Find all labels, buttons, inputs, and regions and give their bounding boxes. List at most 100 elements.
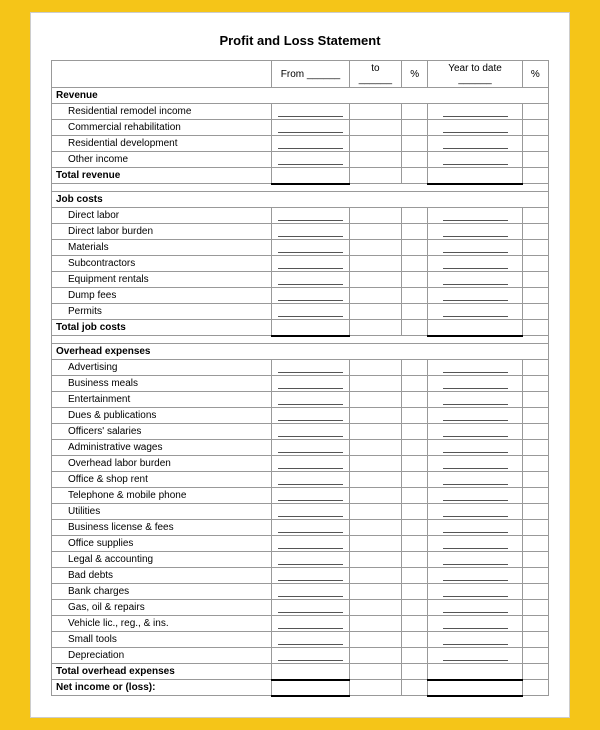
ytd-cell[interactable] — [428, 152, 522, 168]
from-cell[interactable] — [272, 272, 349, 288]
from-cell[interactable] — [272, 440, 349, 456]
to-cell — [349, 488, 401, 504]
from-cell[interactable] — [272, 208, 349, 224]
from-cell[interactable] — [272, 616, 349, 632]
to-cell — [349, 360, 401, 376]
ytd-cell[interactable] — [428, 584, 522, 600]
col-label-header — [52, 61, 272, 88]
to-cell — [349, 240, 401, 256]
pct2-cell — [522, 648, 548, 664]
ytd-cell[interactable] — [428, 600, 522, 616]
col-pct1-header: % — [402, 61, 428, 88]
from-cell[interactable] — [272, 504, 349, 520]
row-label: Bad debts — [52, 568, 272, 584]
pct2-cell — [522, 224, 548, 240]
ytd-cell[interactable] — [428, 288, 522, 304]
to-cell — [349, 536, 401, 552]
ytd-cell[interactable] — [428, 504, 522, 520]
to-cell — [349, 272, 401, 288]
ytd-cell — [428, 320, 522, 336]
from-cell[interactable] — [272, 392, 349, 408]
ytd-cell[interactable] — [428, 104, 522, 120]
ytd-cell[interactable] — [428, 440, 522, 456]
ytd-cell[interactable] — [428, 304, 522, 320]
pct1-cell — [402, 304, 428, 320]
pct1-cell — [402, 136, 428, 152]
ytd-cell[interactable] — [428, 520, 522, 536]
pct2-cell — [522, 360, 548, 376]
to-cell — [349, 664, 401, 680]
ytd-cell[interactable] — [428, 616, 522, 632]
table-row: Office supplies — [52, 536, 549, 552]
row-label: Dump fees — [52, 288, 272, 304]
from-cell[interactable] — [272, 456, 349, 472]
pct2-cell — [522, 304, 548, 320]
row-label: Administrative wages — [52, 440, 272, 456]
pnl-table: From ______ to ______ % Year to date ___… — [51, 60, 549, 697]
table-row: Telephone & mobile phone — [52, 488, 549, 504]
ytd-cell[interactable] — [428, 360, 522, 376]
pct1-cell — [402, 320, 428, 336]
from-cell[interactable] — [272, 152, 349, 168]
from-cell[interactable] — [272, 224, 349, 240]
pct2-cell — [522, 288, 548, 304]
from-cell[interactable] — [272, 304, 349, 320]
from-cell[interactable] — [272, 488, 349, 504]
table-row: Total job costs — [52, 320, 549, 336]
ytd-cell[interactable] — [428, 136, 522, 152]
ytd-cell[interactable] — [428, 392, 522, 408]
ytd-cell[interactable] — [428, 224, 522, 240]
ytd-cell[interactable] — [428, 240, 522, 256]
from-cell[interactable] — [272, 256, 349, 272]
col-to-header: to ______ — [349, 61, 401, 88]
ytd-cell[interactable] — [428, 568, 522, 584]
ytd-cell[interactable] — [428, 536, 522, 552]
from-cell[interactable] — [272, 520, 349, 536]
table-row: Total overhead expenses — [52, 664, 549, 680]
ytd-cell[interactable] — [428, 424, 522, 440]
pct1-cell — [402, 520, 428, 536]
table-row: Dump fees — [52, 288, 549, 304]
ytd-cell[interactable] — [428, 376, 522, 392]
from-cell[interactable] — [272, 536, 349, 552]
from-cell[interactable] — [272, 568, 349, 584]
ytd-cell[interactable] — [428, 552, 522, 568]
from-cell[interactable] — [272, 136, 349, 152]
from-cell[interactable] — [272, 472, 349, 488]
pct2-cell — [522, 600, 548, 616]
table-row: Business meals — [52, 376, 549, 392]
ytd-cell[interactable] — [428, 632, 522, 648]
pct2-cell — [522, 320, 548, 336]
from-cell — [272, 680, 349, 696]
from-cell[interactable] — [272, 120, 349, 136]
ytd-cell[interactable] — [428, 408, 522, 424]
from-cell[interactable] — [272, 240, 349, 256]
table-row: Overhead labor burden — [52, 456, 549, 472]
from-cell[interactable] — [272, 632, 349, 648]
ytd-cell[interactable] — [428, 272, 522, 288]
from-cell[interactable] — [272, 424, 349, 440]
from-cell — [272, 320, 349, 336]
from-cell[interactable] — [272, 360, 349, 376]
pct1-cell — [402, 224, 428, 240]
row-label: Subcontractors — [52, 256, 272, 272]
ytd-cell[interactable] — [428, 488, 522, 504]
ytd-cell[interactable] — [428, 208, 522, 224]
ytd-cell[interactable] — [428, 256, 522, 272]
from-cell[interactable] — [272, 376, 349, 392]
from-cell[interactable] — [272, 104, 349, 120]
from-cell[interactable] — [272, 552, 349, 568]
table-row: Permits — [52, 304, 549, 320]
from-cell[interactable] — [272, 288, 349, 304]
ytd-cell[interactable] — [428, 648, 522, 664]
table-row: Business license & fees — [52, 520, 549, 536]
from-cell[interactable] — [272, 408, 349, 424]
table-row: Gas, oil & repairs — [52, 600, 549, 616]
ytd-cell[interactable] — [428, 472, 522, 488]
ytd-cell[interactable] — [428, 456, 522, 472]
from-cell[interactable] — [272, 584, 349, 600]
from-cell[interactable] — [272, 600, 349, 616]
ytd-cell[interactable] — [428, 120, 522, 136]
to-cell — [349, 568, 401, 584]
from-cell[interactable] — [272, 648, 349, 664]
